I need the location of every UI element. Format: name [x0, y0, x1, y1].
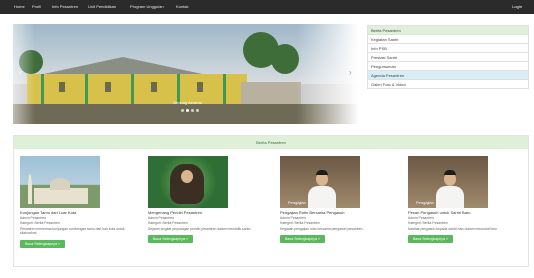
person-body: [308, 186, 336, 208]
news-section: Berita Pesantren Kunjungan Tamu dari Lua…: [13, 135, 529, 267]
news-category: Kategori: Berita Pesantren: [148, 221, 188, 225]
news-title[interactable]: Kunjungan Tamu dari Luar Kota: [20, 210, 140, 215]
top-navbar: Home Profil Info Pesantren Unit Pendidik…: [0, 0, 534, 14]
carousel-dot[interactable]: [196, 109, 199, 112]
image-carousel[interactable]: ‹ › Gedung Asrama: [13, 24, 359, 124]
news-excerpt: Kegiatan pengajian rutin bersama pengasu…: [280, 227, 364, 231]
window: [59, 82, 65, 92]
chevron-left-icon[interactable]: ‹: [19, 68, 22, 77]
news-card: Pengajian Pesan Pengasuh untuk Santri Ba…: [408, 156, 528, 244]
news-category: Kategori: Berita Pesantren: [20, 221, 60, 225]
sidebar-item-galeri[interactable]: Galeri Foto & Video: [367, 79, 529, 89]
person-body: [436, 186, 464, 208]
read-more-button[interactable]: Baca Selengkapnya »: [280, 235, 325, 244]
news-thumbnail[interactable]: [20, 156, 100, 208]
window: [151, 82, 157, 92]
carousel-dot[interactable]: [191, 109, 194, 112]
nav-item-profil[interactable]: Profil: [32, 4, 41, 9]
read-more-button[interactable]: Baca Selengkapnya »: [20, 239, 65, 248]
news-card: Pengajian Pengajian Rutin Bersama Pengas…: [280, 156, 400, 244]
news-category: Kategori: Berita Pesantren: [408, 221, 448, 225]
news-card: Kunjungan Tamu dari Luar Kota Admin Pesa…: [20, 156, 140, 248]
pillar: [223, 74, 226, 108]
annex-building: [241, 82, 301, 106]
sidebar-menu: Berita Pesantren Kegiatan Santri Info PS…: [367, 25, 529, 89]
nav-item-info[interactable]: Info Pesantren: [52, 4, 78, 9]
news-title[interactable]: Pesan Pengasuh untuk Santri Baru: [408, 210, 528, 215]
news-author: Admin Pesantren: [148, 216, 175, 220]
login-link[interactable]: Login: [512, 4, 522, 9]
chevron-right-icon[interactable]: ›: [349, 68, 352, 77]
pillar: [85, 74, 88, 108]
news-title[interactable]: Mengenang Pendiri Pesantren: [148, 210, 268, 215]
news-author: Admin Pesantren: [20, 216, 47, 220]
window: [105, 82, 111, 92]
carousel-dot-active[interactable]: [186, 109, 189, 112]
news-card: Mengenang Pendiri Pesantren Admin Pesant…: [148, 156, 268, 244]
mosque-dome: [50, 178, 70, 190]
thumbnail-overlay-label: Pengajian: [288, 200, 306, 205]
news-thumbnail[interactable]: Pengajian: [280, 156, 360, 208]
nav-item-unit[interactable]: Unit Pendidikan: [88, 4, 116, 9]
news-excerpt: Sejarah singkat perjuangan pendiri pesan…: [148, 227, 252, 231]
nav-item-kontak[interactable]: Kontak: [176, 4, 188, 9]
mosque-base: [34, 188, 88, 204]
news-thumbnail[interactable]: Pengajian: [408, 156, 488, 208]
read-more-button[interactable]: Baca Selengkapnya »: [408, 235, 453, 244]
news-author: Admin Pesantren: [280, 216, 307, 220]
asrama-building: [27, 74, 247, 108]
news-category: Kategori: Berita Pesantren: [280, 221, 320, 225]
nav-item-home[interactable]: Home: [14, 4, 25, 9]
pillar: [41, 74, 44, 108]
carousel-dot[interactable]: [181, 109, 184, 112]
carousel-caption: Gedung Asrama: [173, 100, 202, 105]
thumbnail-overlay-label: Pengajian: [416, 200, 434, 205]
carousel-left-fade: [13, 24, 35, 124]
carousel-indicators: [181, 108, 201, 113]
pillar: [131, 74, 134, 108]
tree: [271, 44, 299, 74]
portrait-face: [181, 170, 193, 183]
peci-cap: [444, 170, 456, 175]
window: [197, 82, 203, 92]
news-excerpt: Nasihat pengasuh kepada santri baru dala…: [408, 227, 498, 231]
news-author: Admin Pesantren: [408, 216, 435, 220]
minaret: [28, 174, 32, 204]
news-excerpt: Pesantren menerima kunjungan rombongan t…: [20, 227, 125, 236]
nav-item-program[interactable]: Program Unggulan: [130, 4, 164, 9]
read-more-button[interactable]: Baca Selengkapnya »: [148, 235, 193, 244]
peci-cap: [316, 170, 328, 175]
section-title: Berita Pesantren: [14, 136, 528, 149]
news-thumbnail[interactable]: [148, 156, 228, 208]
news-title[interactable]: Pengajian Rutin Bersama Pengasuh: [280, 210, 400, 215]
